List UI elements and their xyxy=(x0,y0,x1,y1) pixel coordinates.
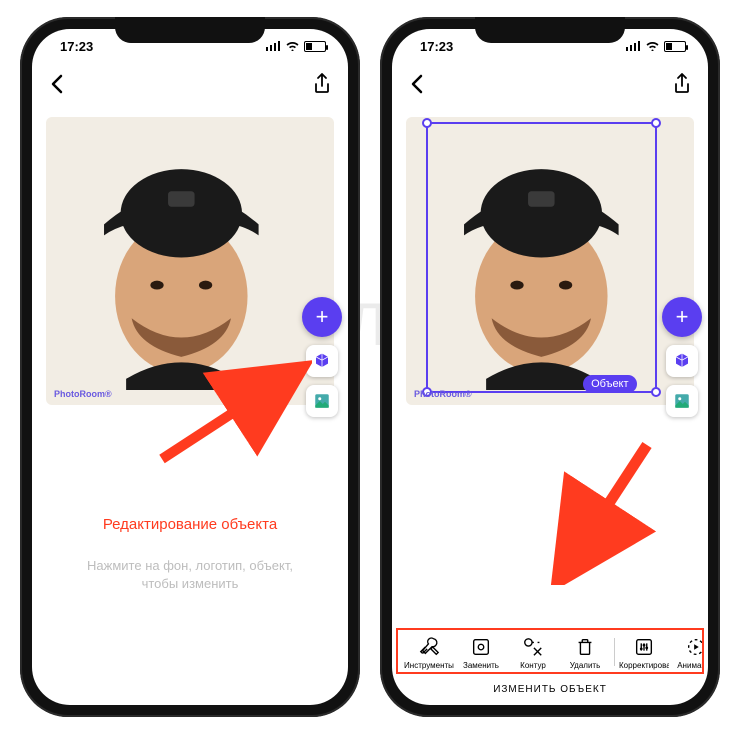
tool-label: Контур xyxy=(520,661,546,670)
canvas-watermark: PhotoRoom® xyxy=(54,389,112,399)
phone-right: 17:23 xyxy=(380,17,720,717)
selection-label: Объект xyxy=(583,375,636,393)
editor-canvas[interactable]: PhotoRoom® + xyxy=(46,117,334,405)
toolbar-divider xyxy=(614,638,615,666)
cube-layer-button[interactable] xyxy=(306,345,338,377)
toolbar-title: ИЗМЕНИТЬ ОБЪЕКТ xyxy=(392,684,708,695)
battery-icon xyxy=(664,41,686,52)
share-button[interactable] xyxy=(312,72,332,101)
resize-handle-br[interactable] xyxy=(651,387,661,397)
add-object-button[interactable]: + xyxy=(662,297,702,337)
tool-contour[interactable]: Контур xyxy=(508,636,558,670)
wifi-icon xyxy=(645,39,660,54)
image-layer-button[interactable] xyxy=(306,385,338,417)
selection-box[interactable]: Объект xyxy=(426,122,656,393)
object-toolbar: Инструменты Заменить Контур Удалить xyxy=(396,628,704,674)
signal-icon xyxy=(626,39,641,54)
hint-text: Нажмите на фон, логотип, объект, чтобы и… xyxy=(87,557,293,593)
resize-handle-tl[interactable] xyxy=(422,118,432,128)
annotation-arrow xyxy=(542,435,662,585)
subject-image[interactable] xyxy=(69,125,294,390)
navbar xyxy=(392,65,708,109)
share-button[interactable] xyxy=(672,72,692,101)
tool-label: Заменить xyxy=(463,661,499,670)
battery-icon xyxy=(304,41,326,52)
status-time: 17:23 xyxy=(60,39,93,54)
editor-canvas[interactable]: Объект PhotoRoom® + xyxy=(406,117,694,405)
tool-label: Анимация xyxy=(677,661,704,670)
status-time: 17:23 xyxy=(420,39,453,54)
tool-label: Инструменты xyxy=(404,661,454,670)
notch xyxy=(115,17,265,43)
back-button[interactable] xyxy=(48,72,66,101)
tool-instruments[interactable]: Инструменты xyxy=(404,636,454,670)
add-object-button[interactable]: + xyxy=(302,297,342,337)
wifi-icon xyxy=(285,39,300,54)
annotation-text: Редактирование объекта xyxy=(103,516,277,533)
tool-delete[interactable]: Удалить xyxy=(560,636,610,670)
signal-icon xyxy=(266,39,281,54)
back-button[interactable] xyxy=(408,72,426,101)
tool-animate[interactable]: Анимация xyxy=(671,636,704,670)
notch xyxy=(475,17,625,43)
tool-label: Корректирова.. xyxy=(619,661,669,670)
tool-correct[interactable]: Корректирова.. xyxy=(619,636,669,670)
navbar xyxy=(32,65,348,109)
tool-label: Удалить xyxy=(570,661,601,670)
resize-handle-tr[interactable] xyxy=(651,118,661,128)
phone-left: 17:23 xyxy=(20,17,360,717)
canvas-watermark: PhotoRoom® xyxy=(414,389,472,399)
tool-replace[interactable]: Заменить xyxy=(456,636,506,670)
cube-layer-button[interactable] xyxy=(666,345,698,377)
